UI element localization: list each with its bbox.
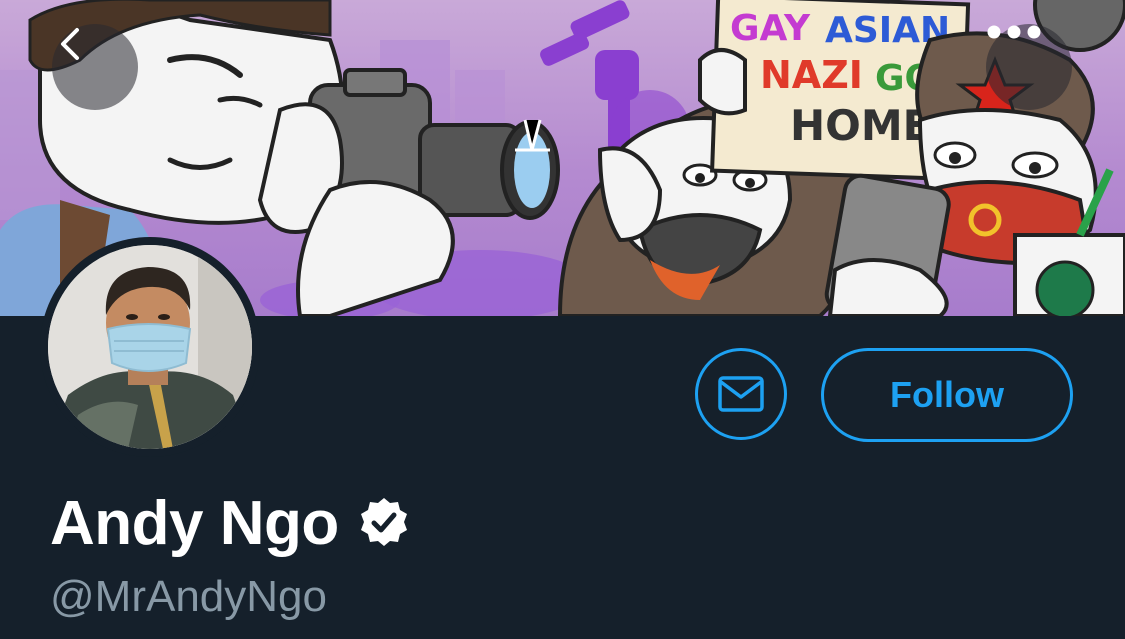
- sign-word-nazi: NAZI: [760, 53, 863, 97]
- avatar-photo: [48, 245, 252, 449]
- chevron-left-icon: [61, 28, 79, 60]
- profile-handle: @MrAndyNgo: [50, 572, 327, 621]
- follow-button[interactable]: Follow: [821, 348, 1073, 442]
- back-button[interactable]: [52, 24, 138, 110]
- profile-avatar[interactable]: [40, 237, 260, 457]
- more-horizontal-icon: [987, 25, 1041, 39]
- profile-page: GAY ASIAN NAZI GO HOME Follow Andy Ngo @…: [0, 0, 1125, 639]
- more-options-button[interactable]: [986, 24, 1072, 110]
- message-button[interactable]: [695, 348, 787, 440]
- display-name: Andy Ngo: [50, 488, 339, 558]
- sign-word-gay: GAY: [730, 8, 811, 49]
- sign-word-home: HOME: [790, 101, 931, 150]
- envelope-icon: [718, 376, 764, 412]
- verified-badge-icon: [360, 498, 407, 546]
- profile-name-row: Andy Ngo: [50, 486, 411, 560]
